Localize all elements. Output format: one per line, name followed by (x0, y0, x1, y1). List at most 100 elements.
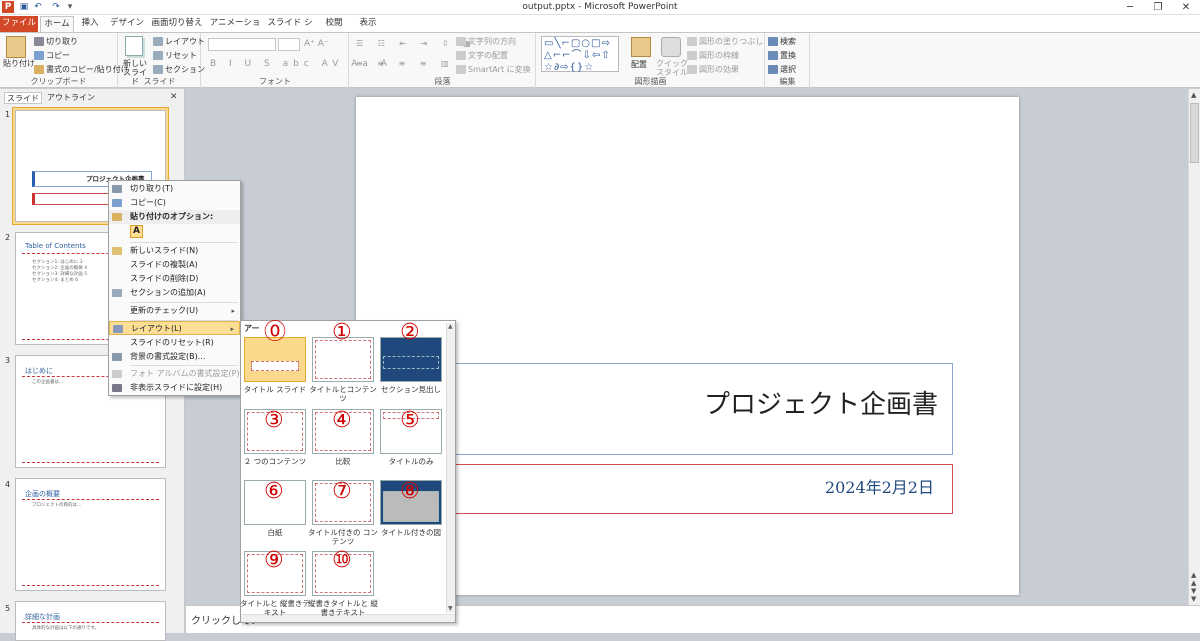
menu-layout[interactable]: レイアウト(L) ▸ (109, 321, 240, 335)
tab-view[interactable]: 表示 (354, 16, 382, 32)
annotation-number: ② (400, 320, 420, 345)
new-slide-icon[interactable] (125, 36, 143, 56)
submenu-arrow-icon: ▸ (231, 307, 235, 315)
prev-slide-icon[interactable]: ▲ ▲ (1191, 571, 1196, 587)
layout-label: 比較 (335, 457, 351, 466)
menu-hide-slide[interactable]: 非表示スライドに設定(H) (109, 381, 240, 395)
layout-label: タイトル付きの図 (381, 528, 441, 537)
copy-label: コピー (46, 51, 70, 60)
annotation-number: ① (332, 320, 352, 345)
thumb-line: プロジェクトの目的は... (32, 503, 82, 508)
close-button[interactable]: ✕ (1172, 0, 1200, 15)
smartart-button[interactable]: SmartArt に変換 (456, 64, 531, 75)
replace-button[interactable]: 置換 (768, 50, 796, 61)
menu-copy-label: コピー(C) (130, 198, 166, 207)
menu-delete-slide[interactable]: スライドの削除(D) (109, 272, 240, 286)
vertical-scrollbar[interactable]: ▲ ▲ ▲ ▼ ▼ (1188, 89, 1200, 605)
slide-number: 2 (5, 233, 11, 242)
tab-animations[interactable]: アニメーション (208, 16, 262, 43)
layout-placeholder (315, 340, 371, 379)
new-slide-icon (112, 247, 122, 255)
tab-transitions[interactable]: 画面切り替え (150, 16, 204, 32)
shape-outline-button[interactable]: 図形の枠線 (687, 50, 739, 61)
menu-paste-options-label: 貼り付けのオプション: (130, 212, 214, 221)
scroll-down-icon[interactable]: ▼ (448, 605, 453, 612)
restore-button[interactable]: ❐ (1144, 0, 1172, 15)
slide-number: 3 (5, 356, 11, 365)
paint-bucket-icon (687, 37, 697, 46)
scrollbar-thumb[interactable] (1190, 103, 1199, 163)
gallery-scrollbar[interactable]: ▲ ▼ (446, 323, 455, 613)
tab-outline-pane[interactable]: アウトライン (44, 92, 98, 104)
menu-cut[interactable]: 切り取り(T) (109, 182, 240, 196)
paste-button[interactable]: 貼り付け (3, 59, 35, 68)
replace-label: 置換 (780, 51, 796, 60)
slide-number: 1 (5, 110, 11, 119)
slide-thumbnail-4[interactable]: 企画の概要 プロジェクトの目的は... (15, 478, 166, 591)
copy-icon (34, 51, 44, 60)
tab-slideshow[interactable]: スライド ショー (266, 16, 314, 43)
cut-label: 切り取り (46, 37, 78, 46)
tab-file[interactable]: ファイル (0, 16, 38, 32)
grow-font-icon[interactable]: A⁺ A⁻ (304, 39, 329, 49)
align-text-button[interactable]: 文字の配置 (456, 50, 508, 61)
tab-insert[interactable]: 挿入 (76, 16, 104, 32)
quick-styles-icon[interactable] (661, 37, 681, 57)
paste-icon[interactable] (6, 36, 26, 58)
section-icon (112, 289, 122, 297)
find-button[interactable]: 検索 (768, 36, 796, 47)
tab-home[interactable]: ホーム (40, 16, 74, 32)
font-size-box[interactable] (278, 38, 300, 51)
scissors-icon (112, 185, 122, 193)
text-direction-button[interactable]: 文字列の方向 (456, 36, 516, 47)
tab-review[interactable]: 校閲 (318, 16, 350, 32)
paste-keep-text-button[interactable]: A (130, 225, 143, 238)
align-buttons[interactable]: ≡ ≡ ≡ ≡ ▥ (356, 59, 455, 68)
align-text-label: 文字の配置 (468, 51, 508, 60)
menu-paste-options: 貼り付けのオプション: (109, 210, 240, 224)
next-slide-icon[interactable]: ▼ ▼ (1191, 587, 1196, 603)
close-pane-icon[interactable]: ✕ (170, 92, 178, 102)
menu-format-background[interactable]: 背景の書式設定(B)... (109, 350, 240, 364)
layout-label: タイトルのみ (388, 457, 434, 466)
shapes-gallery[interactable]: ▭╲⌐▢○□⇨ △⌐⌐⌒⇩⇦⇧ ☆∂⇨{}☆ (541, 36, 619, 73)
menu-delete-label: スライドの削除(D) (130, 274, 199, 283)
shape-fill-button[interactable]: 図形の塗りつぶし (687, 36, 763, 47)
thumb-footer-line (22, 585, 159, 586)
layout-label: タイトルとコンテンツ (309, 385, 377, 403)
menu-duplicate-slide[interactable]: スライドの複製(A) (109, 258, 240, 272)
font-name-box[interactable] (208, 38, 276, 51)
layout-placeholder (383, 356, 439, 369)
format-painter-label: 書式のコピー/貼り付け (46, 65, 129, 74)
scroll-up-icon[interactable]: ▲ (448, 323, 453, 330)
menu-new-slide[interactable]: 新しいスライド(N) (109, 244, 240, 258)
layout-label: ２ つのコンテンツ (243, 457, 307, 466)
arrange-icon[interactable] (631, 37, 651, 57)
quick-styles-button[interactable]: クイック スタイル (655, 59, 689, 77)
copy-button[interactable]: コピー (34, 50, 70, 61)
menu-reset-slide[interactable]: スライドのリセット(R) (109, 336, 240, 350)
menu-add-section[interactable]: セクションの追加(A) (109, 286, 240, 300)
background-icon (112, 353, 122, 361)
tab-design[interactable]: デザイン (108, 16, 146, 32)
clipboard-group: 貼り付け 切り取り コピー 書式のコピー/貼り付け クリップボード (0, 33, 129, 88)
select-button[interactable]: 選択 (768, 64, 796, 75)
tab-slides-pane[interactable]: スライド (4, 92, 42, 104)
menu-check-updates[interactable]: 更新のチェック(U) ▸ (109, 304, 240, 318)
scroll-up-icon[interactable]: ▲ (1191, 91, 1196, 99)
reset-button[interactable]: リセット (153, 50, 197, 61)
photo-album-icon (112, 370, 122, 378)
arrange-button[interactable]: 配置 (631, 59, 647, 70)
minimize-button[interactable]: ─ (1116, 0, 1144, 15)
slides-group-label: スライド (143, 77, 176, 86)
ribbon: 貼り付け 切り取り コピー 書式のコピー/貼り付け クリップボード 新しい スラ… (0, 32, 1200, 88)
menu-background-label: 背景の書式設定(B)... (130, 352, 206, 361)
menu-copy[interactable]: コピー(C) (109, 196, 240, 210)
slide-thumbnail-5[interactable]: 詳細な計画 具体的な計画は以下の通りです。 (15, 601, 166, 641)
shape-effects-button[interactable]: 図形の効果 (687, 64, 739, 75)
format-painter-button[interactable]: 書式のコピー/貼り付け (34, 64, 129, 75)
cut-button[interactable]: 切り取り (34, 36, 78, 47)
layout-button[interactable]: レイアウト (153, 36, 205, 47)
section-button[interactable]: セクション (153, 64, 205, 75)
context-menu: 切り取り(T) コピー(C) 貼り付けのオプション: A 新しいスライド(N) … (108, 180, 247, 396)
